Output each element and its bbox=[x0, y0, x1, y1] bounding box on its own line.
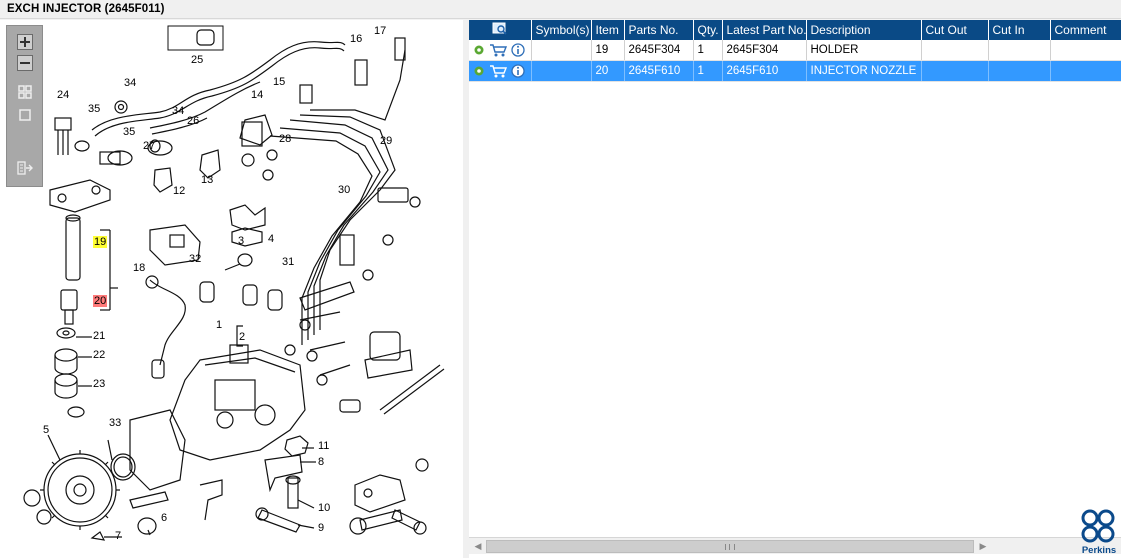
callout-13[interactable]: 13 bbox=[200, 174, 214, 186]
settings-icon[interactable] bbox=[473, 44, 485, 56]
column-header-cut-out[interactable]: Cut Out bbox=[921, 20, 989, 40]
callout-9[interactable]: 9 bbox=[317, 522, 325, 534]
cell-qty: 1 bbox=[693, 40, 723, 61]
cell-latest-part-no: 2645F610 bbox=[722, 60, 807, 82]
callout-4[interactable]: 4 bbox=[267, 233, 275, 245]
cell-item: 19 bbox=[591, 40, 625, 61]
callout-1[interactable]: 1 bbox=[215, 319, 223, 331]
callout-21[interactable]: 21 bbox=[92, 330, 106, 342]
brand-name: Perkins bbox=[1081, 545, 1117, 556]
callout-26[interactable]: 26 bbox=[186, 115, 200, 127]
callout-11[interactable]: 11 bbox=[317, 440, 330, 452]
cell-cut-out bbox=[921, 60, 989, 82]
callout-28[interactable]: 28 bbox=[278, 133, 292, 145]
row-actions-cell bbox=[469, 40, 532, 61]
callout-10[interactable]: 10 bbox=[317, 502, 331, 514]
add-to-cart-icon[interactable] bbox=[489, 43, 507, 57]
column-header-actions[interactable] bbox=[469, 20, 532, 40]
cell-comment bbox=[1050, 60, 1121, 82]
cell-cut-in bbox=[988, 60, 1051, 82]
column-header-latest-part-no[interactable]: Latest Part No. bbox=[722, 20, 807, 40]
cell-comment bbox=[1050, 40, 1121, 61]
callout-31[interactable]: 31 bbox=[281, 256, 295, 268]
cell-cut-in bbox=[988, 40, 1051, 61]
export-icon[interactable] bbox=[15, 159, 35, 177]
title-bar: EXCH INJECTOR (2645F011) bbox=[0, 0, 1121, 19]
callout-17[interactable]: 17 bbox=[373, 25, 387, 37]
callout-8[interactable]: 8 bbox=[317, 456, 325, 468]
cell-description: INJECTOR NOZZLE bbox=[806, 60, 922, 82]
horizontal-scrollbar[interactable]: ◀ ▶ bbox=[469, 537, 1121, 554]
callout-19-highlighted[interactable]: 19 bbox=[93, 236, 108, 248]
table-row-selected[interactable]: 20 2645F610 1 2645F610 INJECTOR NOZZLE bbox=[469, 60, 1121, 82]
callout-30[interactable]: 30 bbox=[337, 184, 351, 196]
callout-29[interactable]: 29 bbox=[379, 135, 393, 147]
cell-description: HOLDER bbox=[806, 40, 922, 61]
perkins-logo: Perkins bbox=[1078, 508, 1118, 556]
callout-35[interactable]: 35 bbox=[122, 126, 136, 138]
parts-table: Symbol(s) Item Parts No. Qty. Latest Par… bbox=[469, 20, 1121, 82]
callout-27[interactable]: 27 bbox=[142, 140, 156, 152]
column-header-item[interactable]: Item bbox=[591, 20, 625, 40]
callout-12[interactable]: 12 bbox=[172, 185, 186, 197]
scroll-left-icon[interactable]: ◀ bbox=[471, 540, 485, 553]
callout-16[interactable]: 16 bbox=[349, 33, 363, 45]
row-actions-cell bbox=[469, 60, 532, 82]
cell-latest-part-no: 2645F304 bbox=[722, 40, 807, 61]
info-icon[interactable] bbox=[511, 64, 525, 78]
callout-23[interactable]: 23 bbox=[92, 378, 106, 390]
actual-size-icon[interactable] bbox=[15, 106, 35, 124]
cell-symbols bbox=[531, 40, 592, 61]
fit-all-icon[interactable] bbox=[15, 83, 35, 101]
perkins-logo-mark bbox=[1081, 509, 1115, 543]
find-in-diagram-icon[interactable] bbox=[492, 22, 508, 36]
column-header-symbols[interactable]: Symbol(s) bbox=[531, 20, 592, 40]
column-header-cut-in[interactable]: Cut In bbox=[988, 20, 1051, 40]
callout-3[interactable]: 3 bbox=[237, 235, 245, 247]
info-icon[interactable] bbox=[511, 43, 525, 57]
callout-18[interactable]: 18 bbox=[132, 262, 146, 274]
callout-25[interactable]: 25 bbox=[190, 54, 204, 66]
table-header-row: Symbol(s) Item Parts No. Qty. Latest Par… bbox=[469, 20, 1121, 40]
cell-symbols bbox=[531, 60, 592, 82]
window-title: EXCH INJECTOR (2645F011) bbox=[7, 3, 165, 15]
scroll-right-icon[interactable]: ▶ bbox=[976, 540, 990, 553]
cell-qty: 1 bbox=[693, 60, 723, 82]
cell-parts-no: 2645F610 bbox=[624, 60, 694, 82]
callout-5[interactable]: 5 bbox=[42, 424, 50, 436]
callout-34[interactable]: 34 bbox=[171, 105, 185, 117]
scrollbar-thumb[interactable] bbox=[486, 540, 974, 553]
grip-icon bbox=[725, 544, 735, 550]
column-header-qty[interactable]: Qty. bbox=[693, 20, 723, 40]
callout-22[interactable]: 22 bbox=[92, 349, 106, 361]
callout-20-highlighted[interactable]: 20 bbox=[93, 295, 108, 307]
zoom-in-icon[interactable] bbox=[15, 33, 35, 51]
callout-15[interactable]: 15 bbox=[272, 76, 286, 88]
callout-14[interactable]: 14 bbox=[250, 89, 264, 101]
diagram-zoom-toolbar bbox=[6, 25, 43, 187]
cell-item: 20 bbox=[591, 60, 625, 82]
parts-list-pane: Symbol(s) Item Parts No. Qty. Latest Par… bbox=[469, 20, 1121, 558]
cell-cut-out bbox=[921, 40, 989, 61]
table-row[interactable]: 19 2645F304 1 2645F304 HOLDER bbox=[469, 40, 1121, 61]
callout-2[interactable]: 2 bbox=[238, 331, 246, 343]
settings-icon[interactable] bbox=[473, 65, 485, 77]
callout-24[interactable]: 24 bbox=[56, 89, 70, 101]
exploded-diagram-pane[interactable]: 24 35 34 25 34 26 35 27 12 13 14 15 16 1… bbox=[0, 20, 463, 558]
column-header-comment[interactable]: Comment bbox=[1050, 20, 1121, 40]
zoom-out-icon[interactable] bbox=[15, 54, 35, 72]
column-header-description[interactable]: Description bbox=[806, 20, 922, 40]
column-header-parts-no[interactable]: Parts No. bbox=[624, 20, 694, 40]
cell-parts-no: 2645F304 bbox=[624, 40, 694, 61]
callout-7[interactable]: 7 bbox=[114, 530, 122, 542]
callout-6[interactable]: 6 bbox=[160, 512, 168, 524]
callout-32[interactable]: 32 bbox=[188, 253, 202, 265]
callout-35[interactable]: 35 bbox=[87, 103, 101, 115]
add-to-cart-icon[interactable] bbox=[489, 64, 507, 78]
callout-33[interactable]: 33 bbox=[108, 417, 122, 429]
callout-34[interactable]: 34 bbox=[123, 77, 137, 89]
